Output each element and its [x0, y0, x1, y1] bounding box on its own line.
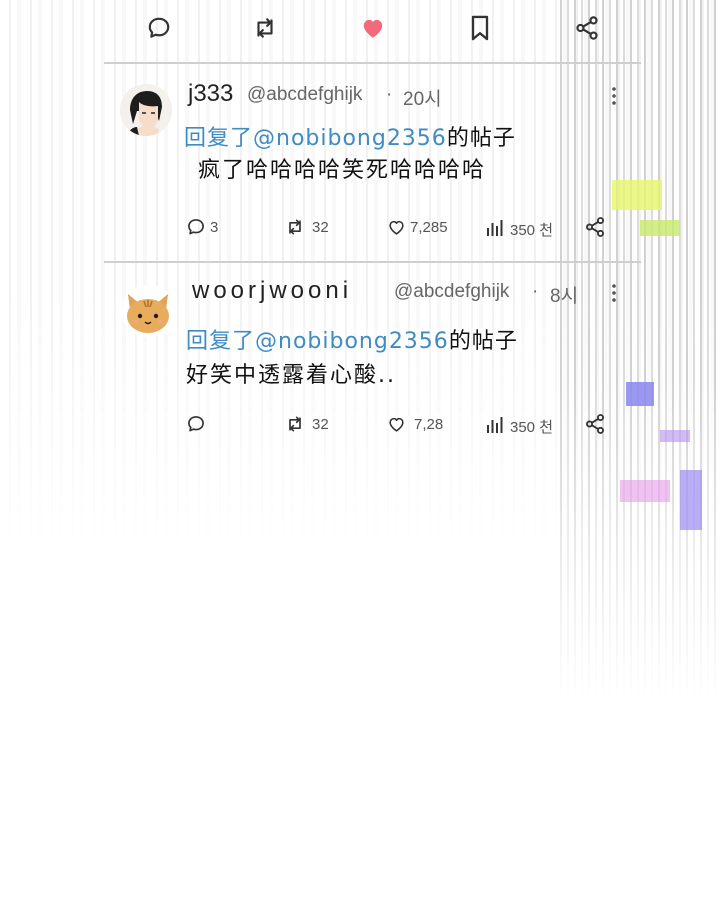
- heart-filled-icon[interactable]: [359, 15, 387, 41]
- repost-icon[interactable]: [251, 15, 279, 41]
- post[interactable]: woorjwooni @abcdefghijk · 8시 回复了@nobibon…: [104, 263, 641, 459]
- more-options-icon[interactable]: [610, 283, 618, 303]
- more-options-icon[interactable]: [610, 86, 618, 106]
- repost-icon[interactable]: [284, 217, 306, 237]
- separator: ·: [386, 84, 393, 105]
- glitch-decoration: [660, 430, 690, 442]
- avatar-image: [122, 285, 174, 337]
- comment-icon[interactable]: [186, 414, 206, 434]
- avatar[interactable]: [120, 84, 172, 136]
- glitch-decoration: [620, 480, 670, 502]
- reply-context: 回复了@nobibong2356的帖子: [184, 120, 516, 152]
- views-icon[interactable]: [486, 218, 504, 237]
- view-count: 350 천: [510, 419, 553, 436]
- reply-suffix: 的帖子: [448, 329, 518, 354]
- repost-count: 32: [312, 416, 329, 433]
- comment-icon[interactable]: [146, 15, 172, 41]
- bookmark-icon[interactable]: [468, 14, 492, 42]
- views-icon[interactable]: [486, 415, 504, 434]
- like-count: 7,285: [410, 219, 448, 236]
- reply-count: 3: [210, 219, 219, 236]
- reply-suffix: 的帖子: [446, 126, 516, 151]
- handle[interactable]: @abcdefghijk: [394, 281, 509, 303]
- timestamp: 8시: [550, 286, 579, 307]
- reply-link[interactable]: 回复了@nobibong2356: [184, 126, 447, 151]
- top-action-bar: [104, 0, 641, 62]
- avatar[interactable]: [122, 285, 174, 337]
- post-body: 疯了哈哈哈哈笑死哈哈哈哈: [198, 158, 487, 183]
- reply-context: 回复了@nobibong2356的帖子: [186, 323, 518, 355]
- glitch-decoration: [640, 220, 680, 236]
- share-icon[interactable]: [584, 413, 606, 435]
- heart-icon[interactable]: [386, 218, 407, 237]
- like-count: 7,28: [414, 416, 444, 433]
- post[interactable]: j333 @abcdefghijk · 20시 回复了@nobibong2356…: [104, 64, 641, 260]
- comment-icon[interactable]: [186, 217, 206, 237]
- heart-icon[interactable]: [386, 415, 407, 434]
- separator: ·: [532, 281, 539, 302]
- display-name[interactable]: woorjwooni: [192, 277, 352, 305]
- timestamp: 20시: [403, 89, 442, 110]
- repost-count: 32: [312, 219, 329, 236]
- display-name[interactable]: j333: [188, 80, 233, 108]
- post-body: 好笑中透露着心酸..: [186, 363, 396, 388]
- handle[interactable]: @abcdefghijk: [247, 84, 362, 106]
- avatar-image: [120, 84, 172, 136]
- share-icon[interactable]: [574, 14, 600, 42]
- repost-icon[interactable]: [284, 414, 306, 434]
- share-icon[interactable]: [584, 216, 606, 238]
- reply-link[interactable]: 回复了@nobibong2356: [186, 329, 449, 354]
- view-count: 350 천: [510, 222, 553, 239]
- glitch-decoration: [680, 470, 702, 530]
